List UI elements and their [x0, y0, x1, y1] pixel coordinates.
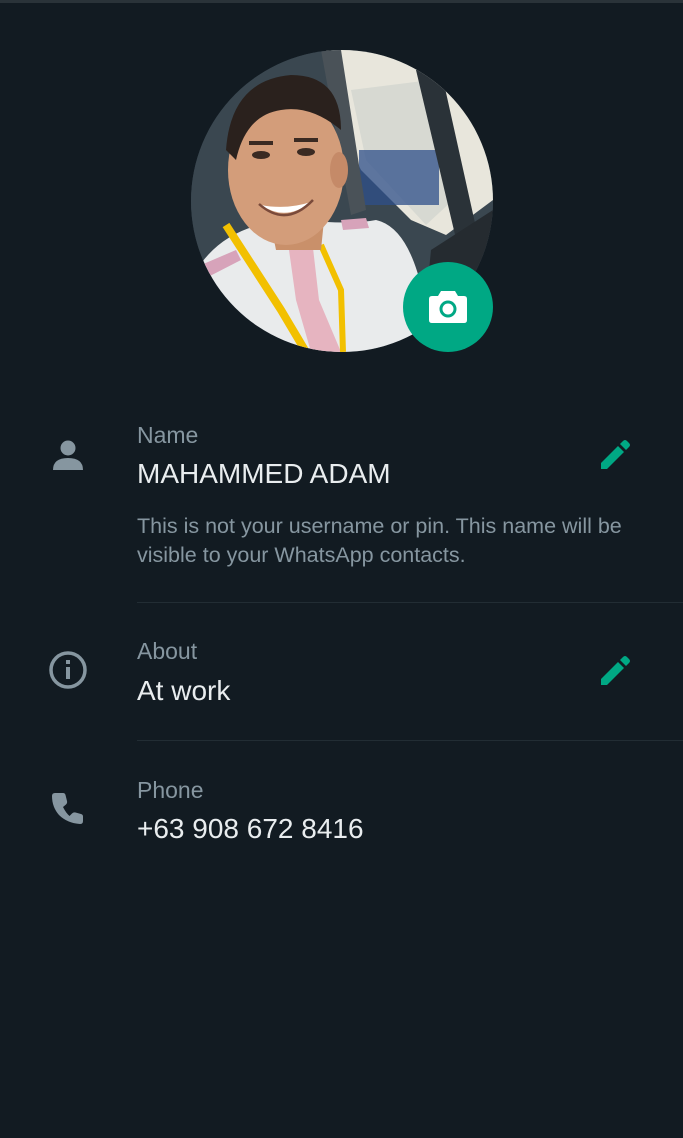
- about-value: At work: [137, 675, 231, 706]
- pencil-icon: [601, 656, 630, 685]
- divider: [137, 740, 683, 741]
- name-hint: This is not your username or pin. This n…: [137, 514, 622, 567]
- name-label: Name: [137, 422, 199, 448]
- edit-about-button[interactable]: [594, 650, 636, 692]
- name-value: MAHAMMED ADAM: [137, 458, 391, 489]
- info-icon: [46, 648, 90, 692]
- phone-icon: [46, 786, 90, 830]
- profile-photo-container: [191, 50, 493, 352]
- about-label: About: [137, 638, 198, 664]
- change-photo-button[interactable]: [403, 262, 493, 352]
- pencil-icon: [601, 440, 630, 469]
- person-icon: [46, 433, 90, 477]
- phone-label: Phone: [137, 777, 204, 803]
- phone-value: +63 908 672 8416: [137, 813, 364, 844]
- status-bar-edge: [0, 0, 683, 3]
- camera-icon: [429, 291, 467, 323]
- edit-name-button[interactable]: [594, 434, 636, 476]
- divider: [137, 602, 683, 603]
